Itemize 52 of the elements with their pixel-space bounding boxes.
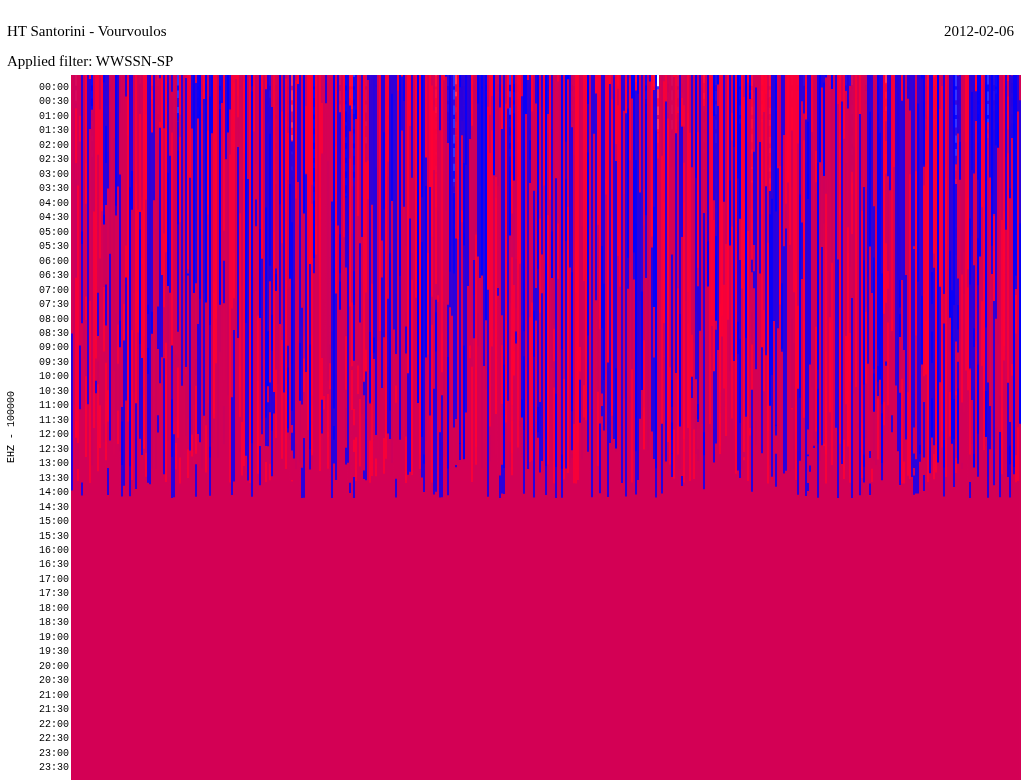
time-label: 09:00: [38, 341, 70, 356]
time-label: 06:00: [38, 254, 70, 269]
time-label: 05:00: [38, 225, 70, 240]
time-label: 12:00: [38, 428, 70, 443]
time-label: 09:30: [38, 355, 70, 370]
time-label: 23:00: [38, 746, 70, 761]
time-label: 20:00: [38, 659, 70, 674]
time-label: 00:00: [38, 81, 70, 95]
time-label: 19:30: [38, 645, 70, 660]
time-label: 14:30: [38, 500, 70, 515]
plot-title: HT Santorini - Vourvoulos: [7, 22, 167, 41]
time-label: 17:00: [38, 572, 70, 587]
time-label: 23:30: [38, 761, 70, 776]
time-label: 10:00: [38, 370, 70, 385]
plot-date: 2012-02-06: [944, 22, 1014, 41]
time-label: 18:30: [38, 616, 70, 631]
time-label: 01:00: [38, 109, 70, 124]
time-label: 13:00: [38, 457, 70, 472]
time-label: 02:00: [38, 138, 70, 153]
time-label: 22:00: [38, 717, 70, 732]
time-label: 07:00: [38, 283, 70, 298]
time-label: 14:00: [38, 486, 70, 501]
time-label: 10:30: [38, 384, 70, 399]
time-label: 16:30: [38, 558, 70, 573]
time-label: 08:00: [38, 312, 70, 327]
time-label: 11:00: [38, 399, 70, 414]
time-label: 04:30: [38, 211, 70, 226]
time-label: 08:30: [38, 326, 70, 341]
time-label: 17:30: [38, 587, 70, 602]
channel-label: EHZ - 100000: [4, 391, 18, 464]
time-label: 13:30: [38, 471, 70, 486]
time-label: 22:30: [38, 732, 70, 747]
time-label: 02:30: [38, 153, 70, 168]
time-label: 05:30: [38, 240, 70, 255]
time-label: 03:00: [38, 167, 70, 182]
time-label: 15:30: [38, 529, 70, 544]
time-label: 11:30: [38, 413, 70, 428]
time-label: 19:00: [38, 630, 70, 645]
time-label: 04:00: [38, 196, 70, 211]
filter-label: Applied filter: WWSSN-SP: [7, 52, 174, 71]
time-label: 18:00: [38, 601, 70, 616]
time-label: 21:00: [38, 688, 70, 703]
time-label: 00:30: [38, 95, 70, 110]
time-label: 07:30: [38, 298, 70, 313]
time-label: 03:30: [38, 182, 70, 197]
time-label: 15:00: [38, 515, 70, 530]
time-label: 12:30: [38, 442, 70, 457]
time-label: 16:00: [38, 544, 70, 558]
time-label: 21:30: [38, 703, 70, 718]
time-label: 01:30: [38, 124, 70, 139]
time-label: 20:30: [38, 674, 70, 689]
time-label: 06:30: [38, 269, 70, 284]
